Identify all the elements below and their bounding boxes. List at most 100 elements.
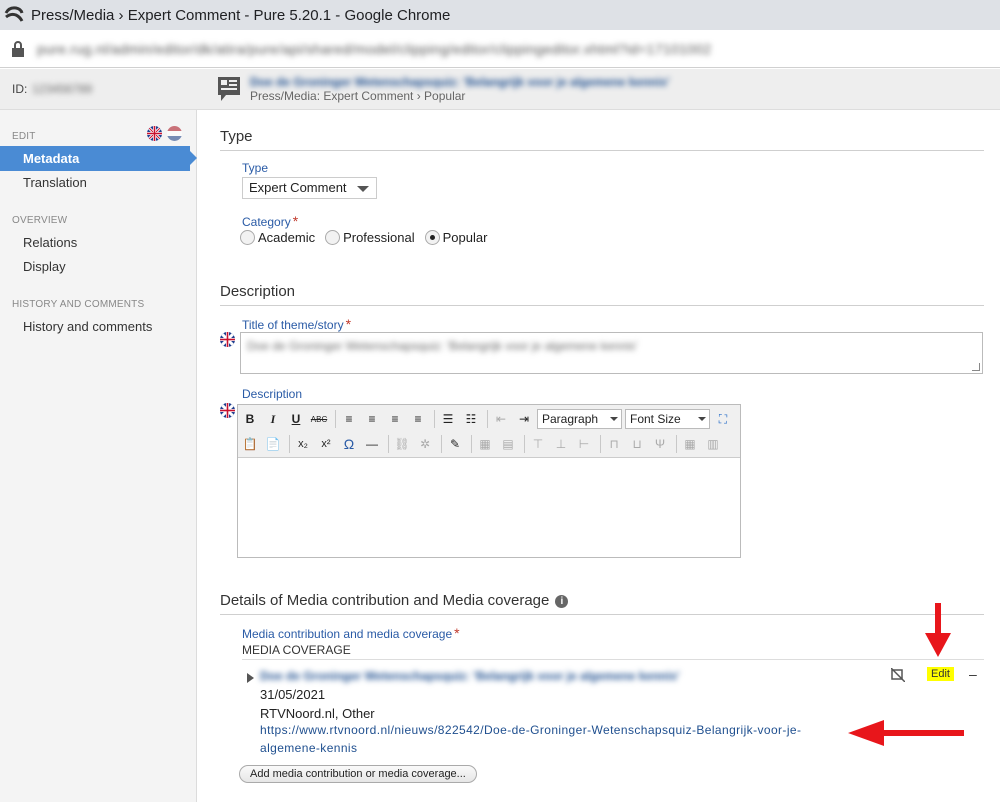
- add-media-button[interactable]: Add media contribution or media coverage…: [239, 765, 477, 783]
- browser-titlebar: Press/Media › Expert Comment - Pure 5.20…: [0, 0, 1000, 30]
- section-title-type: Type: [220, 128, 253, 145]
- divider: [220, 305, 984, 306]
- editor-toolbar-row-2: 📋 📄 x₂ x² Ω — ⛓ ✲ ✎ ▦ ▤ ⊤ ⊥ ⊢ ⊓ ⊔ Ψ ▦ ▥: [240, 432, 726, 456]
- table-props-icon[interactable]: ▤: [498, 434, 518, 454]
- edit-button[interactable]: Edit: [927, 667, 954, 681]
- row-before-icon[interactable]: ⊤: [528, 434, 548, 454]
- strikethrough-icon[interactable]: ABC: [309, 409, 329, 429]
- media-field-label: Media contribution and media coverage *: [242, 625, 460, 641]
- radio-label-professional[interactable]: Professional: [343, 230, 415, 245]
- annotation-arrow-down: [925, 603, 951, 657]
- delete-col-icon[interactable]: Ψ: [650, 434, 670, 454]
- paste-word-icon[interactable]: 📄: [263, 434, 283, 454]
- record-title[interactable]: Doe de Groninger Wetenschapsquiz: 'Belan…: [250, 75, 670, 89]
- chevron-down-icon: [698, 417, 706, 421]
- media-item-source: RTVNoord.nl, Other: [260, 706, 375, 721]
- subscript-icon[interactable]: x₂: [293, 434, 313, 454]
- row-after-icon[interactable]: ⊥: [551, 434, 571, 454]
- italic-icon[interactable]: I: [263, 409, 283, 429]
- indent-icon[interactable]: ⇥: [514, 409, 534, 429]
- sidebar-section-overview: OVERVIEW: [12, 215, 68, 226]
- media-item-url[interactable]: https://www.rtvnoord.nl/nieuws/822542/Do…: [260, 721, 860, 757]
- uk-flag-icon[interactable]: [147, 126, 162, 141]
- media-coverage-value: MEDIA COVERAGE: [242, 643, 351, 657]
- numbered-list-icon[interactable]: ☷: [461, 409, 481, 429]
- special-char-icon[interactable]: Ω: [339, 434, 359, 454]
- media-item-date: 31/05/2021: [260, 687, 326, 702]
- uk-flag-icon: [220, 403, 235, 418]
- paragraph-select[interactable]: Paragraph: [537, 409, 622, 429]
- radio-popular[interactable]: [424, 230, 440, 245]
- description-label: Description: [242, 387, 303, 401]
- theme-textarea[interactable]: Doe de Groninger Wetenschapsquiz: 'Belan…: [240, 332, 983, 374]
- unlink-icon[interactable]: [891, 668, 905, 682]
- align-justify-icon[interactable]: ≡: [408, 409, 428, 429]
- chevron-down-icon: [357, 186, 369, 192]
- align-left-icon[interactable]: ≡: [339, 409, 359, 429]
- section-title-media: Details of Media contribution and Media …: [220, 592, 569, 609]
- merge-cells-icon[interactable]: ▥: [703, 434, 723, 454]
- col-before-icon[interactable]: ⊓: [604, 434, 624, 454]
- divider: [220, 150, 984, 151]
- category-radio-group: Academic Professional Popular: [240, 230, 497, 245]
- rich-text-editor: B I U ABC ≡ ≡ ≡ ≡ ☰ ☷ ⇤ ⇥ Paragraph Font…: [237, 404, 741, 558]
- sidebar: EDIT Metadata Translation OVERVIEW Relat…: [0, 110, 197, 802]
- radio-academic[interactable]: [240, 230, 255, 245]
- underline-icon[interactable]: U: [286, 409, 306, 429]
- horizontal-rule-icon[interactable]: —: [362, 434, 382, 454]
- sidebar-section-edit: EDIT: [12, 131, 36, 142]
- pure-logo-icon: [4, 6, 24, 22]
- editor-toolbar-row-1: B I U ABC ≡ ≡ ≡ ≡ ☰ ☷ ⇤ ⇥ Paragraph Font…: [240, 407, 736, 431]
- info-icon[interactable]: i: [555, 594, 569, 608]
- nl-flag-icon[interactable]: [167, 126, 182, 141]
- superscript-icon[interactable]: x²: [316, 434, 336, 454]
- delete-row-icon[interactable]: ⊢: [574, 434, 594, 454]
- theme-value: Doe de Groninger Wetenschapsquiz: 'Belan…: [247, 339, 638, 353]
- table-icon[interactable]: ▦: [475, 434, 495, 454]
- main-content: Type Type Expert Comment Category * Acade…: [198, 110, 1000, 802]
- remove-button[interactable]: –: [969, 666, 977, 682]
- col-after-icon[interactable]: ⊔: [627, 434, 647, 454]
- align-center-icon[interactable]: ≡: [362, 409, 382, 429]
- fullscreen-icon[interactable]: ⛶: [713, 409, 733, 429]
- sidebar-item-display[interactable]: Display: [23, 259, 66, 274]
- sidebar-item-metadata[interactable]: Metadata: [0, 146, 197, 171]
- category-label: Category *: [242, 213, 299, 229]
- radio-professional[interactable]: [325, 230, 341, 245]
- uk-flag-icon: [220, 332, 235, 347]
- paste-text-icon[interactable]: 📋: [240, 434, 260, 454]
- radio-label-academic[interactable]: Academic: [258, 230, 315, 245]
- bold-icon[interactable]: B: [240, 409, 260, 429]
- lock-icon: [12, 40, 24, 57]
- sidebar-item-translation[interactable]: Translation: [23, 175, 87, 190]
- window-title: Press/Media › Expert Comment - Pure 5.20…: [31, 6, 451, 24]
- split-cells-icon[interactable]: ▦: [680, 434, 700, 454]
- sidebar-section-history: HISTORY AND COMMENTS: [12, 299, 145, 310]
- unlink-icon[interactable]: ✲: [415, 434, 435, 454]
- link-icon[interactable]: ⛓: [392, 434, 412, 454]
- section-title-description: Description: [220, 283, 296, 300]
- font-size-select[interactable]: Font Size: [625, 409, 710, 429]
- sidebar-item-history[interactable]: History and comments: [23, 319, 152, 334]
- align-right-icon[interactable]: ≡: [385, 409, 405, 429]
- record-header: ID: 123456789 Doe de Groninger Wetenscha…: [0, 69, 1000, 110]
- press-media-icon: [218, 77, 240, 101]
- outdent-icon[interactable]: ⇤: [491, 409, 511, 429]
- media-item-title[interactable]: Doe de Groninger Wetenschapsquiz: 'Belan…: [260, 669, 680, 683]
- sidebar-item-relations[interactable]: Relations: [23, 235, 77, 250]
- url-text[interactable]: pure.rug.nl/admin/editor/dk/atira/pure/a…: [37, 41, 711, 57]
- theme-label: Title of theme/story *: [242, 316, 352, 332]
- radio-label-popular[interactable]: Popular: [443, 230, 488, 245]
- edit-html-icon[interactable]: ✎: [445, 434, 465, 454]
- bullet-list-icon[interactable]: ☰: [438, 409, 458, 429]
- id-value: 123456789: [32, 82, 93, 96]
- resize-handle[interactable]: [972, 363, 980, 371]
- address-bar[interactable]: pure.rug.nl/admin/editor/dk/atira/pure/a…: [0, 30, 1000, 68]
- expand-triangle-icon[interactable]: [247, 673, 254, 683]
- id-label: ID:: [12, 82, 28, 96]
- annotation-arrow-left: [848, 720, 964, 746]
- divider: [242, 659, 984, 660]
- type-select[interactable]: Expert Comment: [242, 177, 377, 199]
- editor-content-area[interactable]: [238, 457, 740, 557]
- type-label: Type: [242, 161, 269, 175]
